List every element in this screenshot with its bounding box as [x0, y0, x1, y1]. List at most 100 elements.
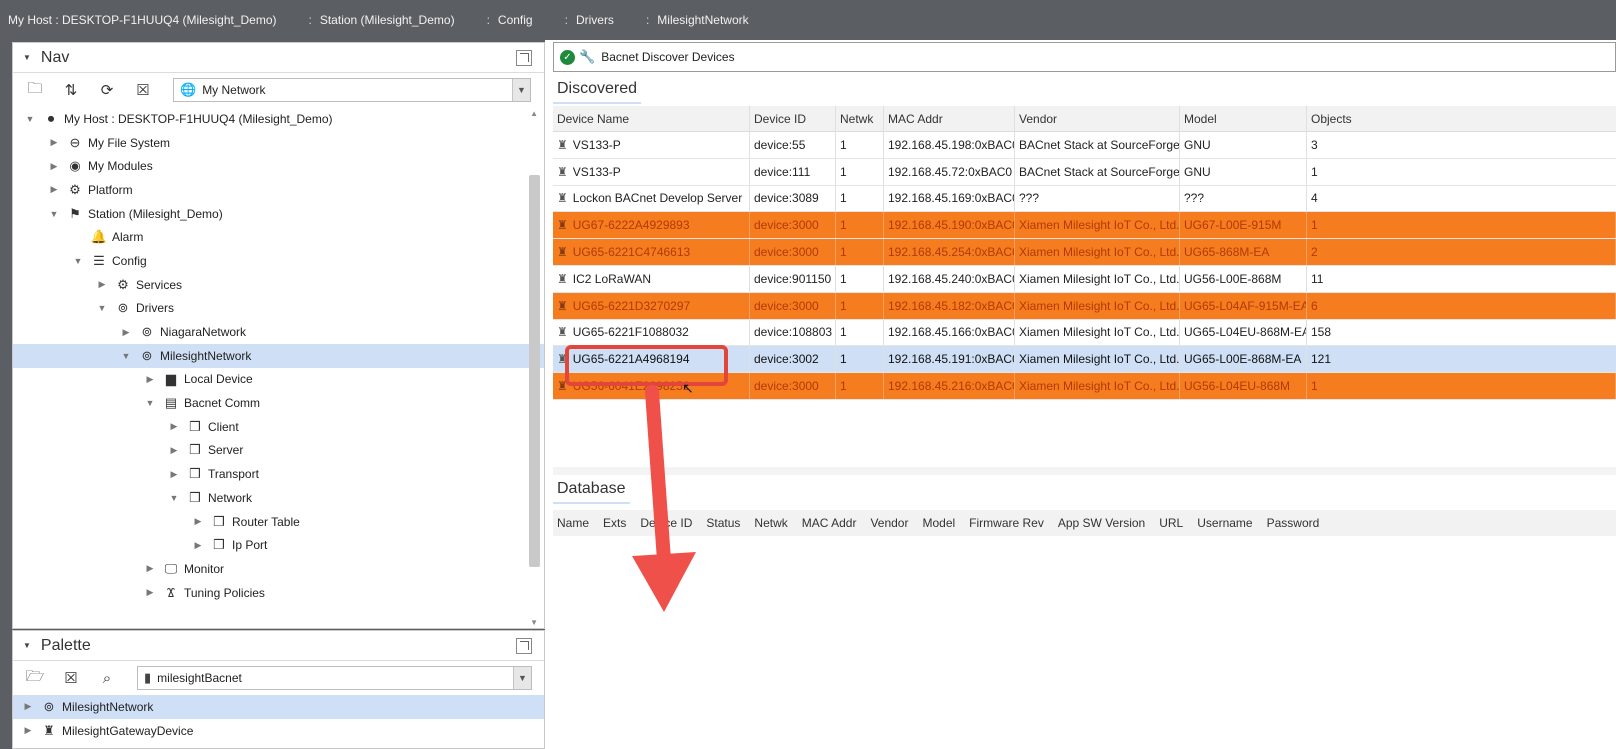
discovered-tab[interactable]: Discovered	[553, 76, 642, 104]
collapsed-icon[interactable]: ▶	[47, 184, 61, 195]
db-column-header[interactable]: Exts	[603, 516, 626, 530]
tree-item-services[interactable]: ▶ ⚙ Services	[13, 273, 544, 297]
table-row[interactable]: ♜ VS133-P device:55 1 192.168.45.198:0xBAC0 B…	[553, 132, 1616, 159]
collapse-triangle-icon[interactable]: ▼	[23, 53, 31, 62]
expanded-icon[interactable]: ▼	[167, 493, 181, 503]
tree-item-ip-port[interactable]: ▶ ❒ Ip Port	[13, 533, 544, 557]
db-column-header[interactable]: Model	[922, 516, 955, 530]
collapsed-icon[interactable]: ▶	[167, 445, 181, 456]
scroll-down-icon[interactable]: ▼	[530, 618, 538, 627]
database-tab[interactable]: Database	[553, 476, 630, 504]
table-row[interactable]: ♜ UG67-6222A4929893 device:3000 1 192.168.45…	[553, 212, 1616, 240]
maximize-icon[interactable]	[516, 49, 532, 66]
tree-item-drivers[interactable]: ▼ ⊚ Drivers	[13, 297, 544, 321]
breadcrumb-drivers[interactable]: Drivers	[576, 13, 614, 27]
refresh-icon[interactable]: ⟳	[97, 80, 117, 100]
collapsed-icon[interactable]: ▶	[47, 161, 61, 172]
collapsed-icon[interactable]: ▶	[47, 137, 61, 148]
tree-item-network[interactable]: ▼ ❒ Network	[13, 486, 544, 510]
collapsed-icon[interactable]: ▶	[191, 516, 205, 527]
tree-item-local-device[interactable]: ▶ ▆ Local Device	[13, 368, 544, 392]
table-row[interactable]: ♜ UG65-6221F1088032 device:108803 1 192.168.…	[553, 319, 1616, 347]
collapsed-icon[interactable]: ▶	[143, 587, 157, 598]
expanded-icon[interactable]: ▼	[143, 398, 157, 408]
tree-item-modules[interactable]: ▶ ◉ My Modules	[13, 154, 544, 178]
tree-item-server[interactable]: ▶ ❒ Server	[13, 439, 544, 463]
collapsed-icon[interactable]: ▶	[167, 469, 181, 480]
chevron-down-icon[interactable]: ▼	[513, 667, 531, 689]
tree-item-platform[interactable]: ▶ ⚙ Platform	[13, 178, 544, 202]
expanded-icon[interactable]: ▼	[71, 256, 85, 266]
nav-root-select[interactable]: 🌐 My Network ▼	[173, 78, 531, 102]
table-row[interactable]: ♜ UG56-6041E2298252 device:3000 1 192.168.45…	[553, 373, 1616, 400]
db-column-header[interactable]: URL	[1159, 516, 1183, 530]
breadcrumb-host[interactable]: My Host : DESKTOP-F1HUUQ4 (Milesight_Dem…	[8, 13, 277, 27]
tree-item-router-table[interactable]: ▶ ❒ Router Table	[13, 510, 544, 534]
tree-item-config[interactable]: ▼ ☰ Config	[13, 249, 544, 273]
maximize-icon[interactable]	[516, 637, 532, 654]
table-row[interactable]: ♜ UG65-6221A4968194 device:3002 1 192.168.45…	[553, 346, 1616, 374]
table-row[interactable]: ♜ UG65-6221D3270297 device:3000 1 192.168.45…	[553, 292, 1616, 320]
tree-item-host[interactable]: ▼ ⏺ My Host : DESKTOP-F1HUUQ4 (Milesight…	[13, 107, 544, 131]
collapsed-icon[interactable]: ▶	[167, 421, 181, 432]
collapsed-icon[interactable]: ▶	[21, 725, 35, 736]
tree-item-station[interactable]: ▼ ⚑ Station (Milesight_Demo)	[13, 202, 544, 226]
tree-item-file-system[interactable]: ▶ ⊖ My File System	[13, 131, 544, 155]
palette-item-milesightnetwork[interactable]: ▶ ⊚ MilesightNetwork	[13, 695, 544, 719]
tree-item-monitor[interactable]: ▶ 🖵 Monitor	[13, 557, 544, 581]
scroll-up-icon[interactable]: ▲	[530, 109, 538, 118]
breadcrumb-config[interactable]: Config	[498, 13, 533, 27]
tree-item-alarm[interactable]: 🔔 Alarm	[13, 225, 544, 249]
db-column-header[interactable]: Status	[706, 516, 740, 530]
column-header[interactable]: Vendor	[1015, 106, 1180, 131]
db-column-header[interactable]: MAC Addr	[802, 516, 857, 530]
collapse-triangle-icon[interactable]: ▼	[23, 641, 31, 650]
palette-item-gateway-device[interactable]: ▶ ♜ MilesightGatewayDevice	[13, 719, 544, 743]
column-header[interactable]: Netwk	[836, 106, 884, 131]
nav-scrollbar[interactable]	[529, 175, 540, 567]
breadcrumb-milesightnetwork[interactable]: MilesightNetwork	[657, 13, 748, 27]
column-header[interactable]: Model	[1180, 106, 1307, 131]
collapsed-icon[interactable]: ▶	[21, 701, 35, 712]
collapsed-icon[interactable]: ▶	[143, 374, 157, 385]
tree-item-bacnet-comm[interactable]: ▼ ▤ Bacnet Comm	[13, 391, 544, 415]
tree-item-tuning-policies[interactable]: ▶ Ϫ Tuning Policies	[13, 581, 544, 605]
close-icon[interactable]: ☒	[133, 80, 153, 100]
tree-item-niagaranetwork[interactable]: ▶ ⊚ NiagaraNetwork	[13, 320, 544, 344]
table-row[interactable]: ♜ UG65-6221C4746613 device:3000 1 192.168.45…	[553, 239, 1616, 266]
close-icon[interactable]: ☒	[61, 668, 81, 688]
db-column-header[interactable]: Vendor	[870, 516, 908, 530]
collapsed-icon[interactable]: ▶	[191, 540, 205, 551]
expanded-icon[interactable]: ▼	[119, 351, 133, 361]
column-header[interactable]: Device ID	[750, 106, 836, 131]
table-row[interactable]: ♜ VS133-P device:111 1 192.168.45.72:0xBAC0 B…	[553, 158, 1616, 186]
tree-item-milesightnetwork[interactable]: ▼ ⊚ MilesightNetwork	[13, 343, 544, 368]
find-icon[interactable]: ⌕	[97, 668, 117, 688]
table-row[interactable]: ♜ IC2 LoRaWAN device:901150 1 192.168.45.240…	[553, 265, 1616, 293]
db-column-header[interactable]: Device ID	[640, 516, 692, 530]
expanded-icon[interactable]: ▼	[23, 114, 37, 124]
tree-item-client[interactable]: ▶ ❒ Client	[13, 415, 544, 439]
breadcrumb-station[interactable]: Station (Milesight_Demo)	[320, 13, 455, 27]
open-folder-icon[interactable]: 🗁	[25, 668, 45, 688]
collapsed-icon[interactable]: ▶	[95, 279, 109, 290]
column-header[interactable]: Objects	[1307, 106, 1616, 131]
column-header[interactable]: Device Name	[553, 106, 750, 131]
column-header[interactable]: MAC Addr	[884, 106, 1015, 131]
table-row[interactable]: ♜ Lockon BACnet Develop Server device:3089…	[553, 185, 1616, 213]
splitter[interactable]	[553, 467, 1616, 475]
sort-icon[interactable]: ⇅	[61, 80, 81, 100]
db-column-header[interactable]: App SW Version	[1058, 516, 1145, 530]
db-column-header[interactable]: Password	[1267, 516, 1320, 530]
db-column-header[interactable]: Name	[557, 516, 589, 530]
db-column-header[interactable]: Username	[1197, 516, 1252, 530]
expanded-icon[interactable]: ▼	[47, 209, 61, 219]
new-folder-icon[interactable]: 🗀	[25, 80, 45, 100]
db-column-header[interactable]: Netwk	[754, 516, 787, 530]
collapsed-icon[interactable]: ▶	[119, 327, 133, 338]
db-column-header[interactable]: Firmware Rev	[969, 516, 1044, 530]
collapsed-icon[interactable]: ▶	[143, 563, 157, 574]
palette-module-select[interactable]: ▮ milesightBacnet ▼	[137, 666, 532, 690]
expanded-icon[interactable]: ▼	[95, 303, 109, 313]
chevron-down-icon[interactable]: ▼	[512, 79, 530, 101]
